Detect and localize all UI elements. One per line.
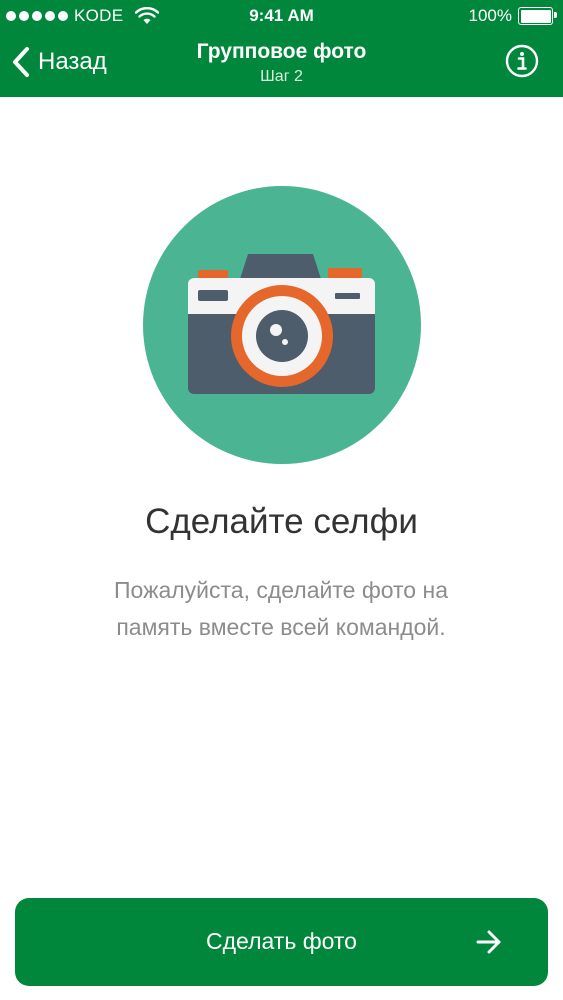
camera-icon — [143, 186, 421, 464]
take-photo-button-label: Сделать фото — [206, 928, 357, 954]
page-title: Групповое фото — [196, 40, 367, 63]
description-text: Пожалуйста, сделайте фото на память вмес… — [114, 577, 448, 640]
page-subtitle: Шаг 2 — [260, 68, 303, 85]
arrow-right-icon — [476, 930, 501, 954]
status-bar: KODE 9:41 AM 100% — [0, 0, 563, 34]
battery-icon — [518, 7, 557, 25]
status-right: 100% — [468, 6, 557, 26]
headline: Сделайте селфи — [145, 502, 418, 541]
info-icon[interactable] — [505, 44, 539, 78]
take-photo-button[interactable]: Сделать фото — [15, 898, 548, 986]
header-bar: KODE 9:41 AM 100% Назад Групповое фото Ш… — [0, 0, 563, 97]
battery-percent: 100% — [468, 6, 512, 25]
